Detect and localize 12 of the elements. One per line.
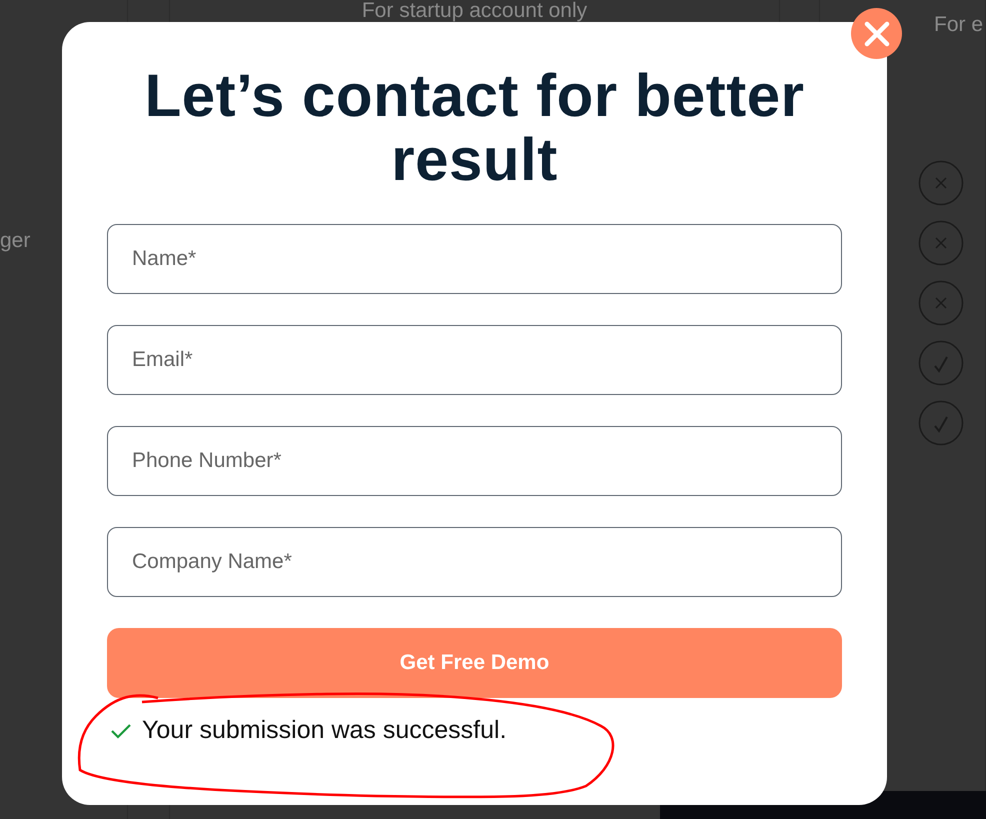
plan-subtitle: For e bbox=[934, 14, 984, 36]
input-field[interactable]: Company Name* bbox=[107, 527, 842, 597]
close-icon bbox=[864, 20, 890, 46]
check-icon bbox=[110, 722, 132, 740]
background-text: ger bbox=[0, 230, 30, 252]
get-demo-button[interactable]: Get Free Demo bbox=[107, 628, 842, 698]
plan-subtitle: For startup account only bbox=[362, 0, 588, 22]
dialog-title: Let’s contact for better result bbox=[144, 64, 806, 192]
input-field[interactable]: Phone Number* bbox=[107, 426, 842, 496]
input-field[interactable]: Email* bbox=[107, 325, 842, 395]
success-message: Your submission was successful. bbox=[142, 715, 507, 746]
input-field[interactable]: Name* bbox=[107, 224, 842, 294]
